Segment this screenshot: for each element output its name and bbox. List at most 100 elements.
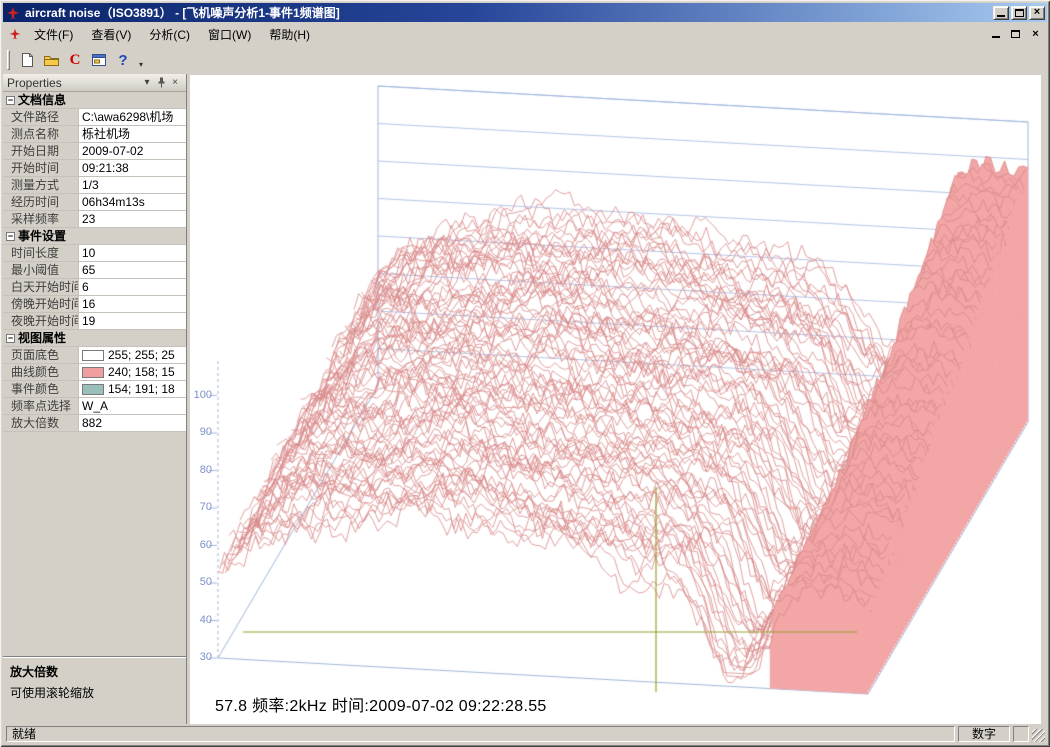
property-label: 放大倍数 <box>3 415 79 431</box>
description-text: 可使用滚轮缩放 <box>10 684 179 701</box>
open-file-button[interactable] <box>39 48 63 72</box>
value-text: 09:21:38 <box>82 160 129 176</box>
report-view-button[interactable] <box>87 48 111 72</box>
value-text: 6 <box>82 279 89 295</box>
help-button[interactable]: ? <box>111 48 135 72</box>
property-label: 事件颜色 <box>3 381 79 397</box>
mdi-minimize-button[interactable] <box>987 27 1004 42</box>
property-grid: 文档信息 文件路径 C:\awa6298\机场 测点名称 栎社机场 开始日期 2… <box>3 92 186 432</box>
mdi-close-icon: × <box>1032 29 1038 40</box>
title-bar[interactable]: aircraft noise（ISO3891） - [飞机噪声分析1-事件1频谱… <box>3 3 1047 22</box>
property-label: 文件路径 <box>3 109 79 125</box>
window-title: aircraft noise（ISO3891） - [飞机噪声分析1-事件1频谱… <box>25 4 991 21</box>
properties-panel-title: Properties <box>7 76 140 90</box>
child-window-icon[interactable] <box>7 26 23 42</box>
property-value[interactable]: 06h34m13s <box>79 194 186 210</box>
property-value[interactable]: 10 <box>79 245 186 261</box>
value-text: 240; 158; 15 <box>108 364 175 380</box>
status-pane-empty <box>1013 726 1029 742</box>
maximize-button[interactable] <box>1011 6 1027 20</box>
toolbar-overflow-button[interactable]: ▾ <box>135 48 147 72</box>
property-value[interactable]: 栎社机场 <box>79 126 186 142</box>
property-label: 开始时间 <box>3 160 79 176</box>
maximize-icon <box>1015 9 1024 17</box>
resize-grip[interactable] <box>1032 729 1045 742</box>
menu-window[interactable]: 窗口(W) <box>199 22 260 47</box>
y-tick-label: 40 <box>190 614 212 626</box>
value-text: 154; 191; 18 <box>108 381 175 397</box>
y-tick-label: 30 <box>190 651 212 663</box>
collapse-icon[interactable] <box>6 334 15 343</box>
property-row-min-threshold: 最小阈值 65 <box>3 262 186 279</box>
collapse-icon[interactable] <box>6 96 15 105</box>
new-document-button[interactable] <box>15 48 39 72</box>
menu-help[interactable]: 帮助(H) <box>260 22 319 47</box>
property-value[interactable]: C:\awa6298\机场 <box>79 109 186 125</box>
property-value[interactable]: 882 <box>79 415 186 431</box>
new-document-icon <box>19 52 35 68</box>
y-tick-label: 60 <box>190 539 212 551</box>
cursor-readout: 57.8 频率:2kHz 时间:2009-07-02 09:22:28.55 <box>215 692 547 716</box>
property-value[interactable]: 1/3 <box>79 177 186 193</box>
group-title: 视图属性 <box>18 330 66 346</box>
property-label: 最小阈值 <box>3 262 79 278</box>
panel-dropdown-button[interactable]: ▾ <box>140 76 154 90</box>
property-label: 夜晚开始时间 <box>3 313 79 329</box>
property-value[interactable]: 2009-07-02 <box>79 143 186 159</box>
panel-close-button[interactable]: × <box>168 76 182 90</box>
property-value[interactable]: 09:21:38 <box>79 160 186 176</box>
property-row-curve-color: 曲线颜色 240; 158; 15 <box>3 364 186 381</box>
property-group-view-properties[interactable]: 视图属性 <box>3 330 186 347</box>
property-description-box: 放大倍数 可使用滚轮缩放 <box>3 656 186 724</box>
property-group-event-settings[interactable]: 事件设置 <box>3 228 186 245</box>
color-swatch <box>82 384 104 395</box>
property-label: 测点名称 <box>3 126 79 142</box>
property-label: 白天开始时间 <box>3 279 79 295</box>
analysis-c-button[interactable]: C <box>63 48 87 72</box>
menu-file[interactable]: 文件(F) <box>25 22 82 47</box>
value-text: C:\awa6298\机场 <box>82 109 173 125</box>
property-label: 页面底色 <box>3 347 79 363</box>
value-text: 10 <box>82 245 95 261</box>
property-row-measure-mode: 测量方式 1/3 <box>3 177 186 194</box>
mdi-close-button[interactable]: × <box>1027 27 1044 42</box>
property-grid-empty-area <box>3 432 186 656</box>
value-text: 2009-07-02 <box>82 143 143 159</box>
property-value[interactable]: 23 <box>79 211 186 227</box>
property-row-day-start: 白天开始时间 6 <box>3 279 186 296</box>
property-value[interactable]: 240; 158; 15 <box>79 364 186 380</box>
property-group-document-info[interactable]: 文档信息 <box>3 92 186 109</box>
property-value[interactable]: W_A <box>79 398 186 414</box>
minimize-button[interactable] <box>993 6 1009 20</box>
property-value[interactable]: 255; 255; 25 <box>79 347 186 363</box>
application-window: aircraft noise（ISO3891） - [飞机噪声分析1-事件1频谱… <box>0 0 1050 747</box>
menu-view[interactable]: 查看(V) <box>82 22 140 47</box>
waterfall-plot-canvas[interactable] <box>190 75 1041 724</box>
property-value[interactable]: 6 <box>79 279 186 295</box>
close-button[interactable]: × <box>1029 6 1045 20</box>
num-lock-indicator: 数字 <box>958 726 1010 742</box>
property-value[interactable]: 19 <box>79 313 186 329</box>
property-row-page-color: 页面底色 255; 255; 25 <box>3 347 186 364</box>
description-title: 放大倍数 <box>10 663 179 680</box>
mdi-minimize-icon <box>992 33 1000 38</box>
menu-bar: 文件(F) 查看(V) 分析(C) 窗口(W) 帮助(H) × <box>3 22 1047 46</box>
property-row-zoom-factor: 放大倍数 882 <box>3 415 186 432</box>
panel-pin-button[interactable] <box>154 76 168 90</box>
property-value[interactable]: 65 <box>79 262 186 278</box>
property-row-event-color: 事件颜色 154; 191; 18 <box>3 381 186 398</box>
property-row-sample-rate: 采样频率 23 <box>3 211 186 228</box>
y-tick-label: 80 <box>190 464 212 476</box>
open-folder-icon <box>43 52 60 68</box>
property-label: 曲线颜色 <box>3 364 79 380</box>
letter-c-icon: C <box>70 52 81 69</box>
properties-panel: Properties ▾ × 文档信息 文件路径 C:\awa6298\机场 测… <box>3 74 187 724</box>
property-value[interactable]: 16 <box>79 296 186 312</box>
menu-analysis[interactable]: 分析(C) <box>140 22 199 47</box>
collapse-icon[interactable] <box>6 232 15 241</box>
mdi-restore-icon <box>1011 30 1020 38</box>
properties-panel-header[interactable]: Properties ▾ × <box>3 74 186 92</box>
property-value[interactable]: 154; 191; 18 <box>79 381 186 397</box>
mdi-restore-button[interactable] <box>1007 27 1024 42</box>
toolbar-grip[interactable] <box>7 50 10 70</box>
